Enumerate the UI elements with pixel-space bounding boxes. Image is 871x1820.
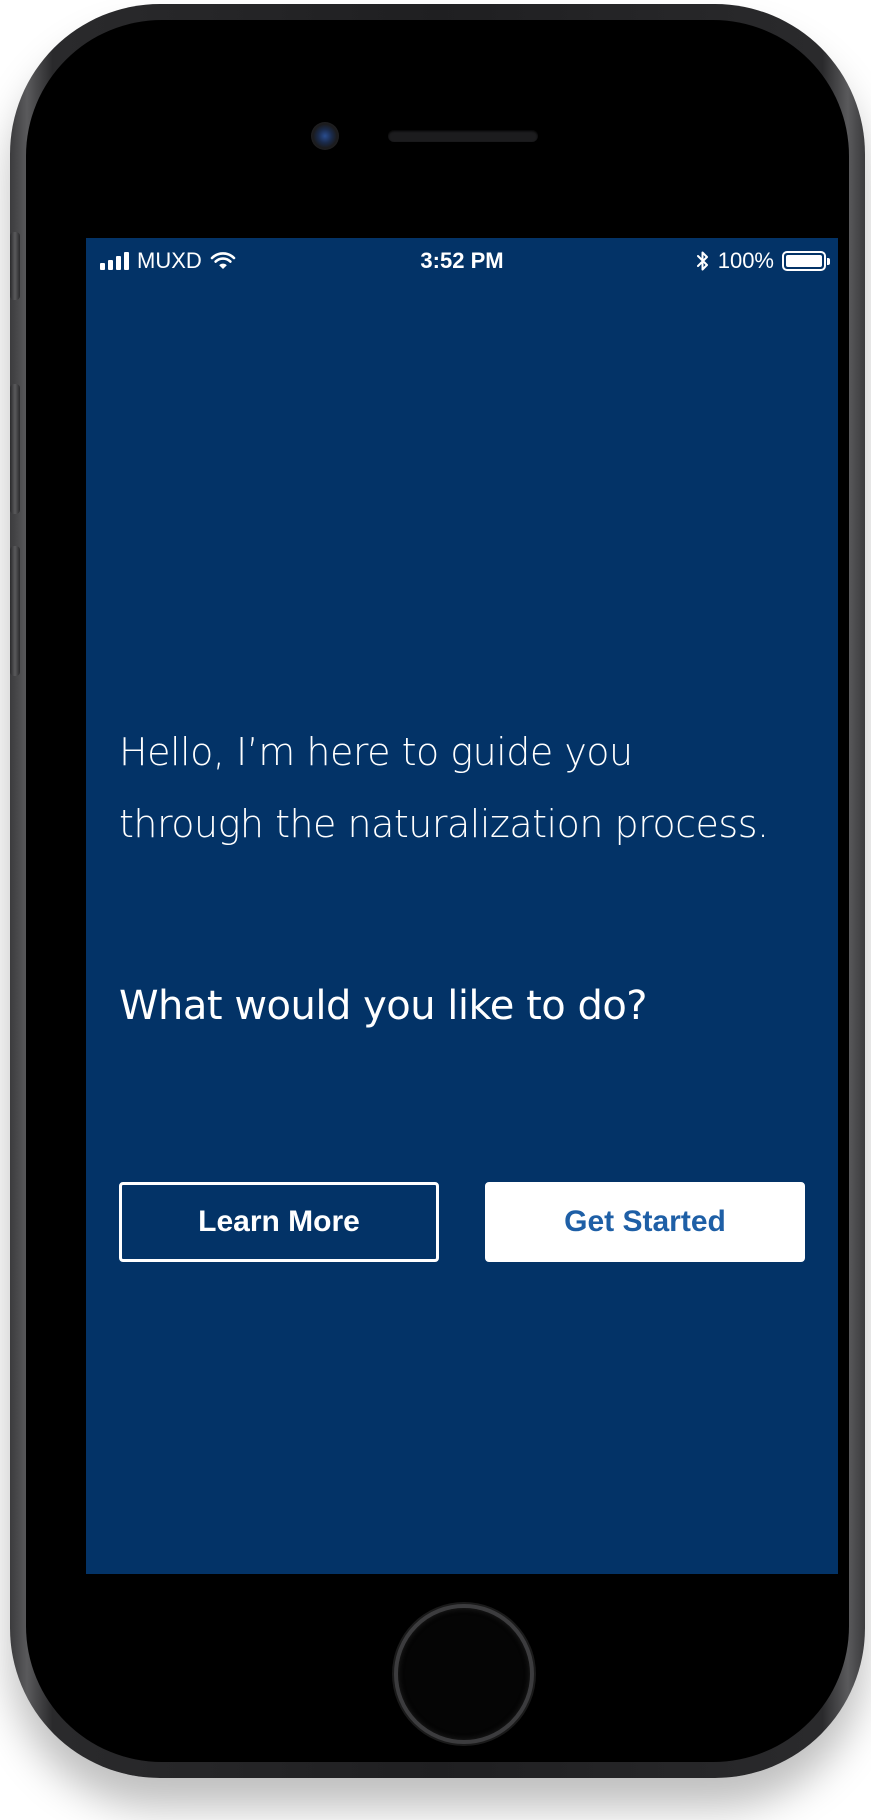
phone-face: MUXD 3:52 PM 100% Hello, I’m here to gui… xyxy=(26,20,849,1762)
volume-down-button xyxy=(10,546,20,676)
battery-level xyxy=(786,255,822,267)
learn-more-button[interactable]: Learn More xyxy=(119,1182,439,1262)
intro-message: Hello, I’m here to guide you through the… xyxy=(119,716,819,860)
question-heading: What would you like to do? xyxy=(119,983,648,1029)
intro-line-1: Hello, I’m here to guide you xyxy=(119,730,633,774)
get-started-button[interactable]: Get Started xyxy=(485,1182,805,1262)
bluetooth-icon xyxy=(696,251,708,271)
volume-up-button xyxy=(10,384,20,514)
battery-percent: 100% xyxy=(717,248,774,273)
battery-icon xyxy=(782,251,830,271)
mute-switch xyxy=(10,232,20,300)
home-button[interactable] xyxy=(394,1604,534,1744)
phone-frame: MUXD 3:52 PM 100% Hello, I’m here to gui… xyxy=(10,4,865,1778)
intro-line-2: through the naturalization process. xyxy=(119,802,769,846)
status-bar: MUXD 3:52 PM 100% xyxy=(86,238,838,282)
earpiece-speaker xyxy=(388,130,538,142)
status-bar-right: 100% xyxy=(696,248,830,274)
front-camera xyxy=(311,122,339,150)
app-screen: MUXD 3:52 PM 100% Hello, I’m here to gui… xyxy=(86,238,838,1574)
